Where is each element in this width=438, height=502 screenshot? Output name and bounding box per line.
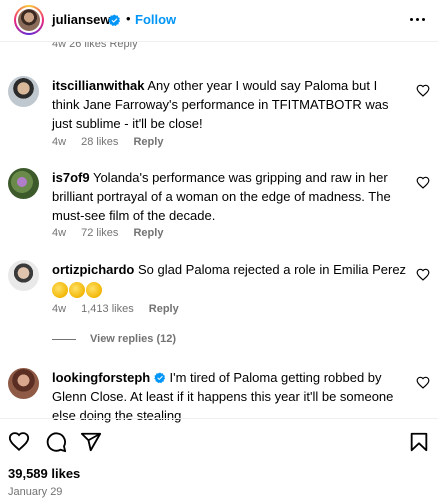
like-heart-icon[interactable]	[8, 431, 30, 453]
commenter-avatar[interactable]	[8, 368, 39, 399]
post-header: juliansew • Follow	[0, 0, 438, 42]
verified-badge-icon	[108, 12, 121, 30]
replies-divider	[52, 338, 76, 340]
comment-likes[interactable]: 28 likes	[81, 136, 118, 148]
post-actions-bar	[0, 418, 438, 460]
view-replies-button[interactable]: View replies (12)	[52, 333, 176, 345]
verified-badge-icon	[154, 372, 165, 384]
post-date[interactable]: January 29	[8, 486, 62, 498]
comment-icon[interactable]	[45, 431, 67, 453]
author-avatar[interactable]	[14, 5, 44, 35]
comment-text: is7of9 Yolanda's performance was grippin…	[52, 168, 407, 225]
heart-icon[interactable]	[416, 268, 430, 282]
commenter-avatar[interactable]	[8, 168, 39, 199]
bookmark-icon[interactable]	[408, 431, 430, 453]
share-icon[interactable]	[80, 431, 102, 453]
comment-likes[interactable]: 1,413 likes	[81, 303, 134, 315]
commenter-username[interactable]: is7of9	[52, 170, 90, 185]
clap-emoji-icon	[52, 282, 68, 298]
comment-body: So glad Paloma rejected a role in Emilia…	[137, 262, 407, 277]
commenter-username[interactable]: ortizpichardo	[52, 262, 134, 277]
more-options-icon[interactable]	[408, 11, 428, 27]
comment-time: 4w	[52, 136, 67, 148]
comment-body: Yolanda's performance was gripping and r…	[52, 170, 391, 223]
clap-emojis	[52, 281, 407, 300]
heart-icon[interactable]	[416, 176, 430, 190]
comment-text: itscillianwithak Any other year I would …	[52, 76, 407, 133]
heart-icon[interactable]	[416, 376, 430, 390]
post-likes-count[interactable]: 39,589 likes	[8, 466, 80, 481]
commenter-username[interactable]: itscillianwithak	[52, 78, 144, 93]
view-replies-label: View replies (12)	[90, 333, 177, 345]
reply-button[interactable]: Reply	[133, 136, 163, 148]
heart-icon[interactable]	[416, 84, 430, 98]
comment-time: 4w	[52, 227, 67, 239]
comment-meta: 4w 72 likes Reply	[52, 227, 175, 239]
clap-emoji-icon	[69, 282, 85, 298]
commenter-avatar[interactable]	[8, 76, 39, 107]
follow-button[interactable]: Follow	[135, 12, 176, 27]
reply-button[interactable]: Reply	[149, 303, 179, 315]
comment-likes[interactable]: 72 likes	[81, 227, 118, 239]
comment-meta: 4w 1,413 likes Reply	[52, 303, 191, 315]
clipped-comment-meta: 4w 26 likes Reply	[52, 42, 138, 50]
commenter-avatar[interactable]	[8, 260, 39, 291]
clap-emoji-icon	[86, 282, 102, 298]
author-username[interactable]: juliansew	[52, 12, 111, 27]
comment-text: lookingforsteph I'm tired of Paloma gett…	[52, 368, 407, 425]
commenter-username[interactable]: lookingforsteph	[52, 370, 150, 385]
reply-button[interactable]: Reply	[133, 227, 163, 239]
comment-meta: 4w 28 likes Reply	[52, 136, 175, 148]
comment-time: 4w	[52, 303, 67, 315]
header-separator: •	[126, 11, 131, 26]
comment-text: ortizpichardo So glad Paloma rejected a …	[52, 260, 407, 300]
